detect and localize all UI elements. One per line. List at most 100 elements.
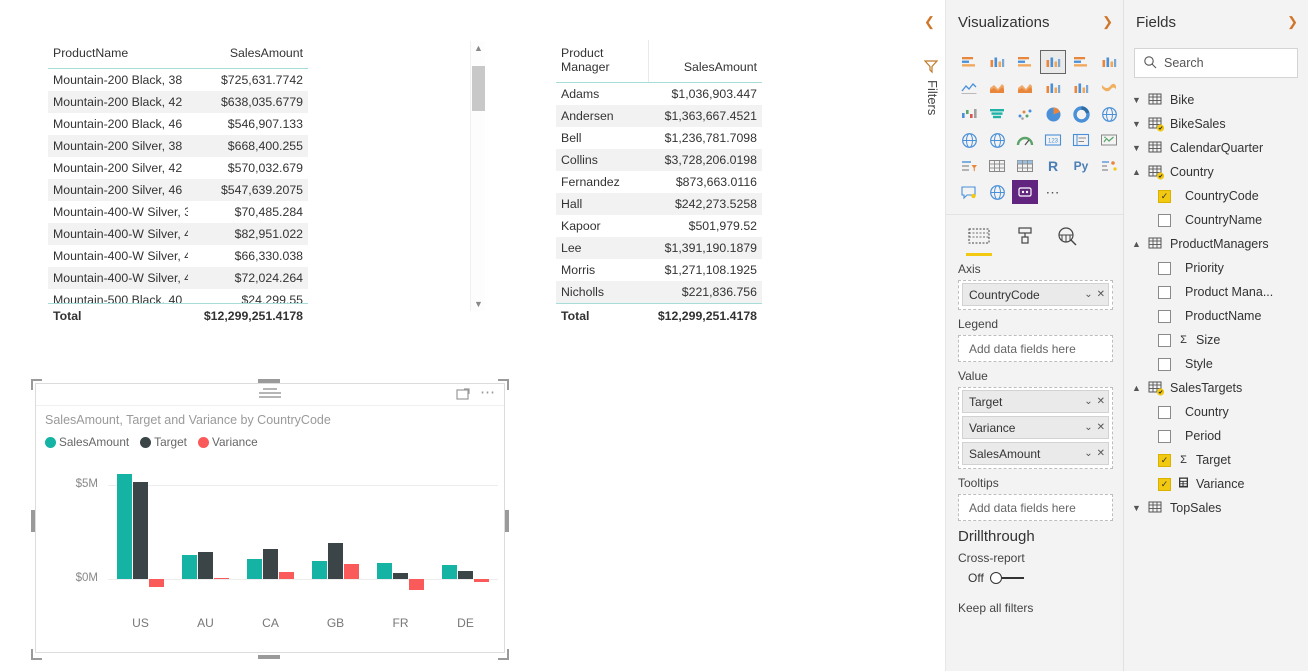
slicer-icon[interactable]	[956, 154, 982, 178]
filter-funnel-icon[interactable]	[923, 58, 939, 77]
field-checkbox[interactable]	[1158, 334, 1171, 347]
chevron-down-icon[interactable]: ⌄	[1084, 448, 1092, 459]
table-row[interactable]: Mountain-200 Black, 38$725,631.7742	[48, 69, 308, 92]
filters-pane-collapsed[interactable]: ❮ Filters	[916, 0, 946, 671]
bar-chart-visual[interactable]: ⋯ SalesAmount, Target and Variance by Co…	[35, 383, 505, 653]
chevron-down-icon[interactable]: ▼	[1132, 95, 1148, 105]
field-checkbox[interactable]: ✓	[1158, 454, 1171, 467]
well-legend[interactable]: LegendAdd data fields here	[946, 317, 1123, 362]
table-row[interactable]: Mountain-200 Black, 46$546,907.133	[48, 113, 308, 135]
remove-field-icon[interactable]: ✕	[1097, 289, 1105, 300]
funnel-chart-icon[interactable]	[984, 102, 1010, 126]
chevron-left-icon[interactable]: ❮	[924, 14, 935, 30]
products-table-scroll-area[interactable]: ProductName SalesAmount Mountain-200 Bla…	[48, 40, 308, 326]
more-options-icon[interactable]: ⋯	[480, 387, 496, 399]
column-header-product-manager[interactable]: Product Manager	[556, 40, 648, 83]
field-well-tabs[interactable]	[946, 214, 1123, 262]
chevron-down-icon[interactable]: ▼	[1132, 503, 1148, 513]
remove-field-icon[interactable]: ✕	[1097, 448, 1105, 459]
table-row[interactable]: Mountain-400-W Silver, 42$66,330.038	[48, 245, 308, 267]
chart-bar[interactable]	[279, 572, 294, 579]
line-stacked-column-chart-icon[interactable]	[1040, 76, 1066, 100]
field-table-calendarquarter[interactable]: ▼CalendarQuarter	[1124, 136, 1308, 160]
column-header-salesamount[interactable]: SalesAmount	[188, 40, 308, 69]
kpi-icon[interactable]	[1096, 128, 1122, 152]
field-item-product-mana[interactable]: Product Mana...	[1124, 280, 1308, 304]
field-item-period[interactable]: Period	[1124, 424, 1308, 448]
well-field-chip[interactable]: CountryCode⌄✕	[962, 283, 1109, 306]
table-row[interactable]: Mountain-200 Silver, 46$547,639.2075	[48, 179, 308, 201]
chart-bar[interactable]	[198, 552, 213, 579]
scroll-down-arrow-icon[interactable]: ▼	[471, 297, 486, 311]
line-clustered-column-chart-icon[interactable]	[1068, 76, 1094, 100]
legend-item[interactable]: Variance	[198, 435, 258, 449]
column-header-salesamount[interactable]: SalesAmount	[648, 40, 762, 83]
table-row[interactable]: Morris$1,271,108.1925	[556, 259, 762, 281]
chevron-right-icon[interactable]: ❯	[1287, 14, 1298, 30]
gauge-icon[interactable]	[1012, 128, 1038, 152]
table-row[interactable]: Mountain-200 Silver, 42$570,032.679	[48, 157, 308, 179]
field-table-bike[interactable]: ▼Bike	[1124, 88, 1308, 112]
well-field-chip[interactable]: SalesAmount⌄✕	[962, 442, 1109, 465]
table-row[interactable]: Collins$3,728,206.0198	[556, 149, 762, 171]
selection-handle-top-right[interactable]	[498, 379, 509, 390]
donut-chart-icon[interactable]	[1068, 102, 1094, 126]
format-well-tab[interactable]	[1008, 223, 1042, 249]
table-row[interactable]: Bell$1,236,781.7098	[556, 127, 762, 149]
field-item-size[interactable]: ΣSize	[1124, 328, 1308, 352]
map-icon[interactable]	[956, 128, 982, 152]
100-stacked-column-chart-icon[interactable]	[1096, 50, 1122, 74]
well-chip-stack[interactable]: Target⌄✕Variance⌄✕SalesAmount⌄✕	[958, 387, 1113, 469]
area-chart-icon[interactable]	[984, 76, 1010, 100]
selection-handle-bottom-left[interactable]	[31, 649, 42, 660]
remove-field-icon[interactable]: ✕	[1097, 396, 1105, 407]
report-canvas[interactable]: ProductName SalesAmount Mountain-200 Bla…	[0, 0, 916, 671]
well-field-chip[interactable]: Variance⌄✕	[962, 416, 1109, 439]
stacked-bar-chart-icon[interactable]	[956, 50, 982, 74]
chevron-up-icon[interactable]: ▲	[1132, 239, 1148, 249]
table-row[interactable]: Andersen$1,363,667.4521	[556, 105, 762, 127]
chart-bar[interactable]	[117, 474, 132, 579]
custom-visual-icon[interactable]	[1012, 180, 1038, 204]
100-stacked-bar-chart-icon[interactable]	[1068, 50, 1094, 74]
visualization-type-grid[interactable]: 123RPy⋯	[956, 46, 1113, 210]
legend-item[interactable]: Target	[140, 435, 187, 449]
stacked-area-chart-icon[interactable]	[1012, 76, 1038, 100]
scroll-up-arrow-icon[interactable]: ▲	[471, 41, 486, 55]
chart-bar[interactable]	[149, 579, 164, 587]
clustered-column-chart-icon[interactable]	[1040, 50, 1066, 74]
field-table-bikesales[interactable]: ▼BikeSales	[1124, 112, 1308, 136]
chart-bar[interactable]	[458, 571, 473, 579]
table-icon[interactable]	[984, 154, 1010, 178]
pie-chart-icon[interactable]	[1040, 102, 1066, 126]
chart-bar[interactable]	[474, 579, 489, 582]
field-checkbox[interactable]: ✓	[1158, 190, 1171, 203]
table-row[interactable]: Mountain-400-W Silver, 46$72,024.264	[48, 267, 308, 289]
chart-bar[interactable]	[263, 549, 278, 579]
well-axis[interactable]: AxisCountryCode⌄✕	[946, 262, 1123, 310]
chevron-down-icon[interactable]: ▼	[1132, 143, 1148, 153]
ribbon-chart-icon[interactable]	[1096, 76, 1122, 100]
table-row[interactable]: Mountain-400-W Silver, 40$82,951.022	[48, 223, 308, 245]
field-table-topsales[interactable]: ▼TopSales	[1124, 496, 1308, 520]
field-table-productmanagers[interactable]: ▲ProductManagers	[1124, 232, 1308, 256]
search-input[interactable]: Search	[1134, 48, 1298, 78]
table-row[interactable]: Lee$1,391,190.1879	[556, 237, 762, 259]
table-row[interactable]: Mountain-200 Black, 42$638,035.6779	[48, 91, 308, 113]
waterfall-chart-icon[interactable]	[956, 102, 982, 126]
chart-bar[interactable]	[312, 561, 327, 579]
field-item-productname[interactable]: ProductName	[1124, 304, 1308, 328]
chart-bar[interactable]	[247, 559, 262, 579]
table-visual-products[interactable]: ProductName SalesAmount Mountain-200 Bla…	[48, 40, 472, 326]
python-visual-icon[interactable]: Py	[1068, 154, 1094, 178]
field-table-salestargets[interactable]: ▲SalesTargets	[1124, 376, 1308, 400]
well-drop-placeholder[interactable]: Add data fields here	[958, 335, 1113, 362]
field-checkbox[interactable]	[1158, 214, 1171, 227]
chevron-up-icon[interactable]: ▲	[1132, 167, 1148, 177]
chart-bar[interactable]	[344, 564, 359, 579]
line-chart-icon[interactable]	[956, 76, 982, 100]
table-row[interactable]: Hall$242,273.5258	[556, 193, 762, 215]
field-table-country[interactable]: ▲Country	[1124, 160, 1308, 184]
field-item-target[interactable]: ✓ΣTarget	[1124, 448, 1308, 472]
field-item-countryname[interactable]: CountryName	[1124, 208, 1308, 232]
